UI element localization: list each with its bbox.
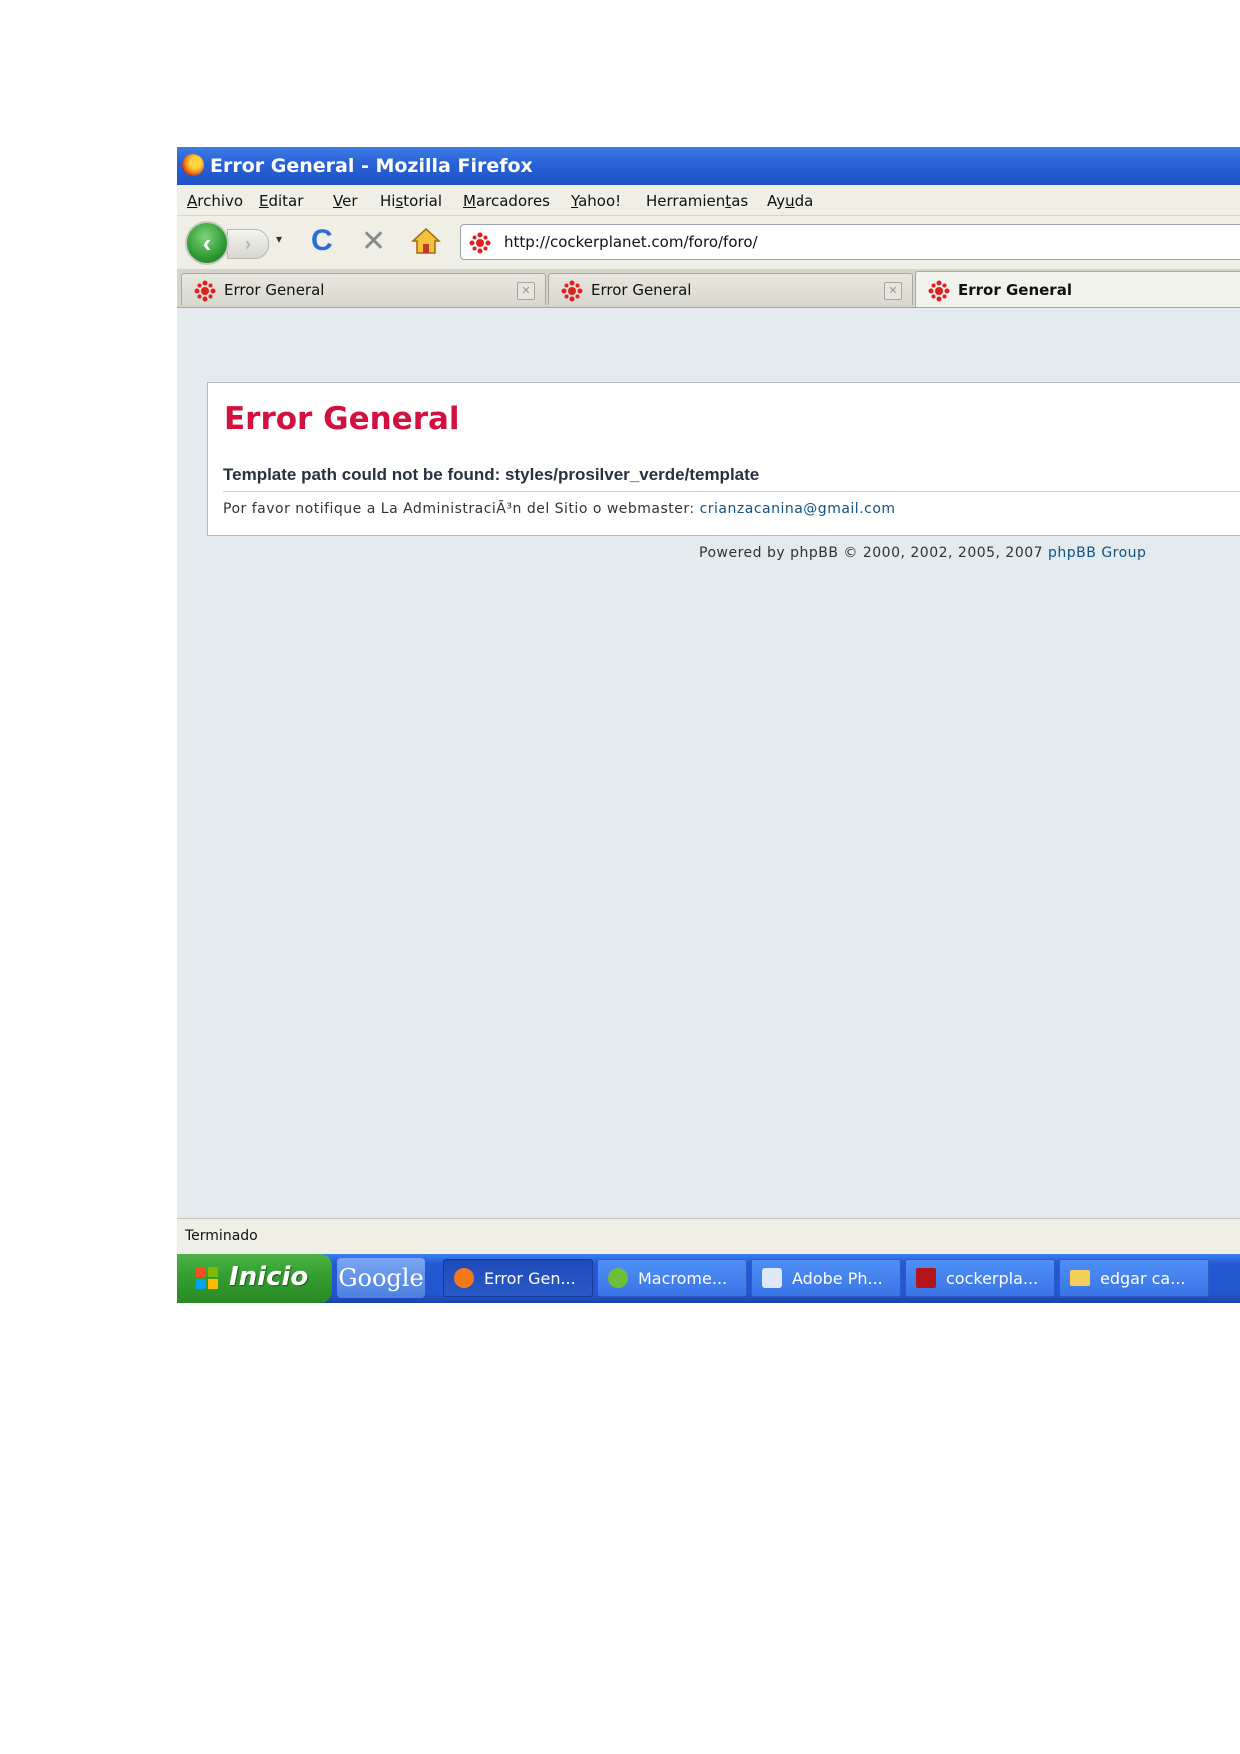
macromedia-icon [608,1268,628,1288]
menu-bar: Archivo Editar Ver Historial Marcadores … [177,185,1240,215]
google-toolbar-button[interactable]: Google [337,1258,425,1298]
firefox-icon [182,154,204,176]
tab-label: Error General [958,281,1072,299]
task-label: edgar ca... [1100,1269,1186,1288]
window-title: Error General - Mozilla Firefox [210,155,533,177]
tab-2[interactable]: Error General ✕ [548,273,913,305]
site-favicon-icon [928,280,950,302]
tab-1[interactable]: Error General ✕ [181,273,546,305]
home-icon[interactable] [411,226,441,256]
panel-divider [223,491,1240,492]
taskbar-item-filezilla[interactable]: cockerpla... [905,1259,1055,1297]
folder-icon [1070,1270,1090,1286]
site-favicon-icon [469,232,491,254]
site-favicon-icon [194,280,216,302]
close-tab-icon[interactable]: ✕ [517,282,535,300]
taskbar-item-photoshop[interactable]: Adobe Ph... [751,1259,901,1297]
powered-by-footer: Powered by phpBB © 2000, 2002, 2005, 200… [699,545,1146,561]
back-icon: ‹ [202,228,212,258]
windows-flag-icon [196,1267,218,1289]
filezilla-icon [916,1268,936,1288]
forward-icon: › [245,234,251,254]
windows-taskbar: Inicio Google Error Gen... Macrome... Ad… [177,1254,1240,1303]
url-text[interactable]: http://cockerplanet.com/foro/foro/ [504,233,758,251]
tab-label: Error General [224,281,325,299]
menu-historial[interactable]: Historial [380,192,442,210]
tab-bar: Error General ✕ Error General ✕ Error Ge… [177,269,1240,308]
menu-editar[interactable]: Editar [259,192,303,210]
tab-label: Error General [591,281,692,299]
back-button[interactable]: ‹ [185,221,229,265]
menu-herramientas[interactable]: Herramientas [646,192,748,210]
taskbar-item-firefox[interactable]: Error Gen... [443,1259,593,1297]
menu-ver[interactable]: Ver [333,192,358,210]
task-label: Macrome... [638,1269,728,1288]
status-text: Terminado [185,1228,258,1244]
forward-button[interactable]: › [227,229,269,259]
error-message: Template path could not be found: styles… [223,465,760,484]
site-favicon-icon [561,280,583,302]
task-label: Error Gen... [484,1269,576,1288]
url-bar[interactable]: http://cockerplanet.com/foro/foro/ [460,224,1240,260]
screenshot: Error General - Mozilla Firefox Archivo … [177,147,1240,1303]
webmaster-email-link[interactable]: crianzacanina@gmail.com [700,501,896,517]
notify-line: Por favor notifique a La AdministraciÃ³n… [223,501,896,517]
page-content: Error General Template path could not be… [177,308,1240,1218]
task-label: cockerpla... [946,1269,1039,1288]
menu-archivo[interactable]: Archivo [187,192,243,210]
reload-icon[interactable]: C [311,224,333,258]
firefox-icon [454,1268,474,1288]
error-panel: Error General Template path could not be… [207,382,1240,536]
navigation-toolbar: › ‹ ▾ C ✕ http://cockerplanet.com/foro/f… [177,215,1240,270]
tab-3-active[interactable]: Error General [915,271,1240,307]
powered-by-text: Powered by phpBB © 2000, 2002, 2005, 200… [699,545,1049,561]
window-title-bar[interactable]: Error General - Mozilla Firefox [177,147,1240,185]
stop-icon[interactable]: ✕ [361,224,386,259]
photoshop-icon [762,1268,782,1288]
menu-yahoo[interactable]: Yahoo! [571,192,621,210]
error-title: Error General [224,401,460,437]
history-dropdown-icon[interactable]: ▾ [276,232,282,246]
taskbar-item-macromedia[interactable]: Macrome... [597,1259,747,1297]
menu-marcadores[interactable]: Marcadores [463,192,550,210]
start-button[interactable]: Inicio [177,1254,332,1303]
notify-text: Por favor notifique a La AdministraciÃ³n… [223,501,700,517]
phpbb-group-link[interactable]: phpBB Group [1048,545,1146,561]
status-bar: Terminado [177,1218,1240,1255]
task-label: Adobe Ph... [792,1269,883,1288]
close-tab-icon[interactable]: ✕ [884,282,902,300]
menu-ayuda[interactable]: Ayuda [767,192,813,210]
start-label: Inicio [229,1262,309,1292]
google-label: Google [338,1264,424,1292]
taskbar-item-folder[interactable]: edgar ca... [1059,1259,1209,1297]
